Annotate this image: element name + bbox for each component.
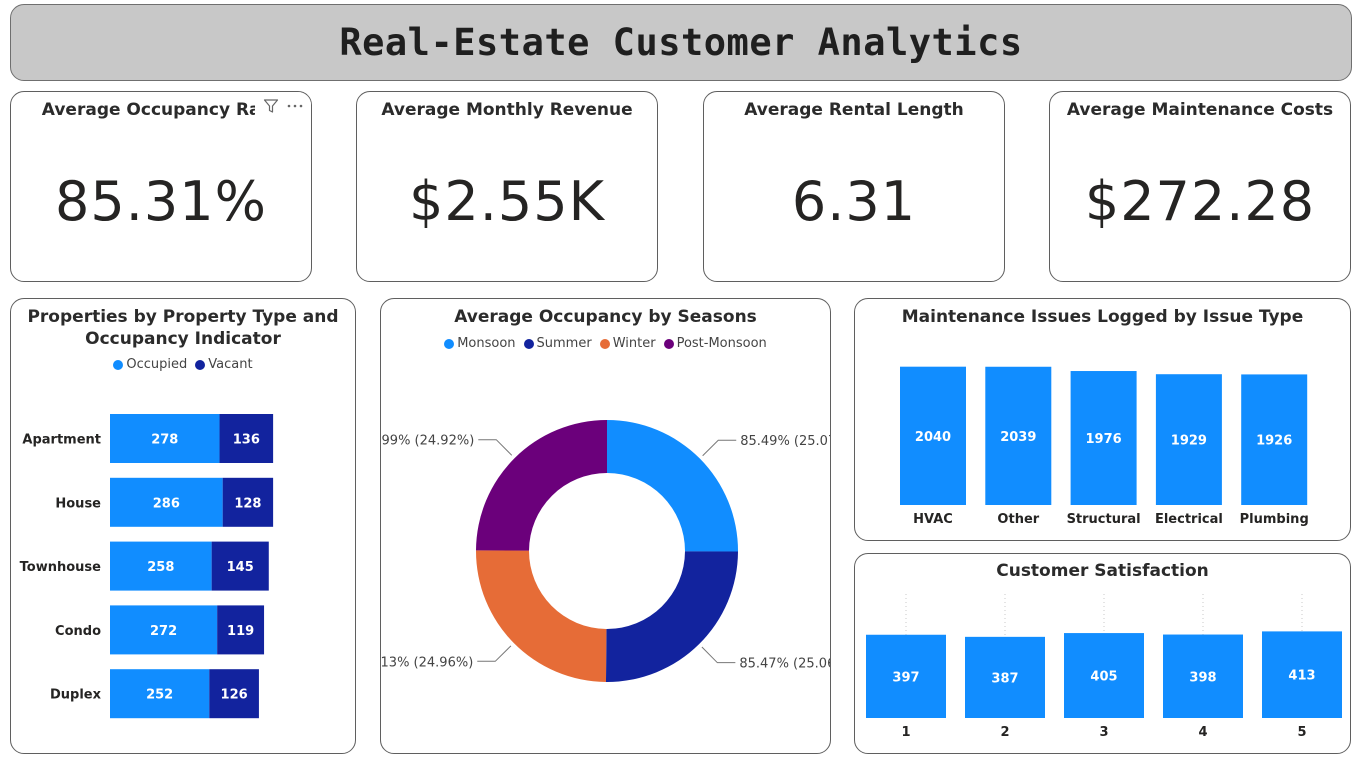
data-label: 405 bbox=[1090, 670, 1117, 685]
chart-title: Average Occupancy by Seasons bbox=[454, 307, 757, 327]
data-label: 278 bbox=[151, 433, 178, 448]
kpi-card-occupancy-rate[interactable]: Average Occupancy Rate 85.31% bbox=[10, 91, 312, 282]
occupancy-by-seasons-card[interactable]: Average Occupancy by Seasons Monsoon Sum… bbox=[380, 298, 831, 754]
chart-legend: Occupied Vacant bbox=[11, 357, 355, 372]
category-label: 3 bbox=[1099, 725, 1108, 740]
data-label: 1926 bbox=[1256, 434, 1292, 449]
category-label: Other bbox=[997, 512, 1039, 527]
data-label: 84.99% (24.92%) bbox=[381, 434, 474, 449]
legend-item-summer[interactable]: Summer bbox=[523, 336, 592, 351]
donut-chart: 85.49% (25.07%) 85.47% (25.06%) 85.13% (24… bbox=[381, 420, 830, 682]
dashboard-title-bar: Real-Estate Customer Analytics bbox=[10, 4, 1352, 81]
category-label: 1 bbox=[901, 725, 910, 740]
legend-marker bbox=[599, 338, 610, 349]
kpi-card-maintenance-costs[interactable]: Average Maintenance Costs $272.28 bbox=[1049, 91, 1351, 282]
legend-item-occupied[interactable]: Occupied bbox=[113, 357, 187, 372]
category-label: Structural bbox=[1067, 512, 1141, 527]
properties-by-type-card[interactable]: Properties by Property Type and Occupanc… bbox=[10, 298, 356, 754]
data-label: 272 bbox=[150, 624, 177, 639]
legend-marker bbox=[195, 359, 206, 370]
more-options-icon[interactable] bbox=[286, 98, 304, 114]
data-label: 126 bbox=[221, 688, 248, 703]
column-chart: 397 1 387 2 405 3 398 4 413 5 bbox=[866, 594, 1342, 740]
leader-line bbox=[477, 645, 512, 662]
data-label: 128 bbox=[234, 496, 261, 511]
customer-satisfaction-card[interactable]: Customer Satisfaction 397 1 387 2 405 3 398 4 41… bbox=[854, 553, 1351, 754]
category-label: Apartment bbox=[22, 433, 101, 448]
category-label: Duplex bbox=[50, 688, 102, 703]
chart-title: Customer Satisfaction bbox=[996, 561, 1209, 581]
legend-marker bbox=[113, 359, 124, 370]
leader-line bbox=[701, 646, 736, 664]
leader-line bbox=[478, 439, 513, 456]
legend-label: Winter bbox=[612, 336, 656, 351]
data-label: 252 bbox=[146, 688, 173, 703]
chart-title-line: Occupancy Indicator bbox=[85, 329, 281, 349]
data-label: 413 bbox=[1288, 669, 1315, 684]
kpi-value: 6.31 bbox=[791, 170, 917, 233]
data-label: 85.47% (25.06%) bbox=[739, 657, 830, 672]
data-label: 258 bbox=[147, 560, 174, 575]
stacked-bar-chart: Apartment 278 136 House 286 128 Townhouse 258 14… bbox=[20, 414, 274, 719]
leader-line bbox=[702, 439, 737, 457]
data-label: 145 bbox=[227, 560, 254, 575]
category-label: House bbox=[55, 496, 101, 511]
chart-title-line: Properties by Property Type and bbox=[27, 307, 339, 327]
chart-title: Maintenance Issues Logged by Issue Type bbox=[901, 307, 1304, 327]
data-label: 398 bbox=[1189, 670, 1216, 685]
data-label: 1976 bbox=[1086, 432, 1122, 447]
category-label: 2 bbox=[1000, 725, 1009, 740]
data-label: 85.13% (24.96%) bbox=[381, 655, 473, 670]
column-chart: 2040 HVAC 2039 Other 1976 Structural 1929 Elect… bbox=[900, 366, 1309, 527]
legend-marker bbox=[663, 338, 674, 349]
kpi-title: Average Monthly Revenue bbox=[381, 100, 633, 120]
filter-icon[interactable] bbox=[263, 98, 279, 114]
data-label: 119 bbox=[227, 624, 254, 639]
visual-header-toolbar bbox=[255, 92, 311, 120]
kpi-value: $2.55K bbox=[408, 170, 605, 233]
legend-marker bbox=[523, 338, 534, 349]
legend-item-post-monsoon[interactable]: Post-Monsoon bbox=[663, 336, 767, 351]
category-label: 5 bbox=[1297, 725, 1306, 740]
kpi-card-monthly-revenue[interactable]: Average Monthly Revenue $2.55K bbox=[356, 91, 658, 282]
legend-label: Post-Monsoon bbox=[676, 336, 767, 351]
category-label: Townhouse bbox=[20, 560, 102, 575]
kpi-title: Average Maintenance Costs bbox=[1066, 100, 1334, 120]
legend-item-vacant[interactable]: Vacant bbox=[195, 357, 253, 372]
maintenance-issues-card[interactable]: Maintenance Issues Logged by Issue Type … bbox=[854, 298, 1351, 541]
legend-label: Summer bbox=[536, 336, 592, 351]
category-label: 4 bbox=[1198, 725, 1207, 740]
chart-legend: Monsoon Summer Winter Post-Monsoon bbox=[381, 336, 830, 351]
category-label: HVAC bbox=[913, 512, 953, 527]
legend-label: Monsoon bbox=[457, 336, 516, 351]
kpi-title: Average Rental Length bbox=[744, 100, 964, 120]
chart-title: Properties by Property Type and Occupanc… bbox=[11, 306, 355, 350]
category-label: Electrical bbox=[1155, 512, 1223, 527]
data-label: 2039 bbox=[1000, 430, 1036, 445]
legend-label: Occupied bbox=[126, 357, 188, 372]
kpi-card-rental-length[interactable]: Average Rental Length 6.31 bbox=[703, 91, 1005, 282]
kpi-value: 85.31% bbox=[55, 170, 267, 233]
data-label: 397 bbox=[892, 670, 919, 685]
legend-item-winter[interactable]: Winter bbox=[599, 336, 656, 351]
kpi-value: $272.28 bbox=[1084, 170, 1316, 233]
legend-marker bbox=[444, 338, 455, 349]
data-label: 85.49% (25.07%) bbox=[740, 434, 830, 449]
donut-slice-winter bbox=[476, 550, 607, 682]
legend-label: Vacant bbox=[208, 357, 253, 372]
data-label: 286 bbox=[153, 496, 180, 511]
data-label: 136 bbox=[233, 433, 260, 448]
category-label: Plumbing bbox=[1240, 512, 1309, 527]
data-label: 2040 bbox=[915, 430, 951, 445]
data-label: 387 bbox=[991, 671, 1018, 686]
legend-item-monsoon[interactable]: Monsoon bbox=[444, 336, 516, 351]
dashboard-title: Real-Estate Customer Analytics bbox=[339, 21, 1023, 64]
category-label: Condo bbox=[55, 624, 101, 639]
data-label: 1929 bbox=[1171, 434, 1207, 449]
